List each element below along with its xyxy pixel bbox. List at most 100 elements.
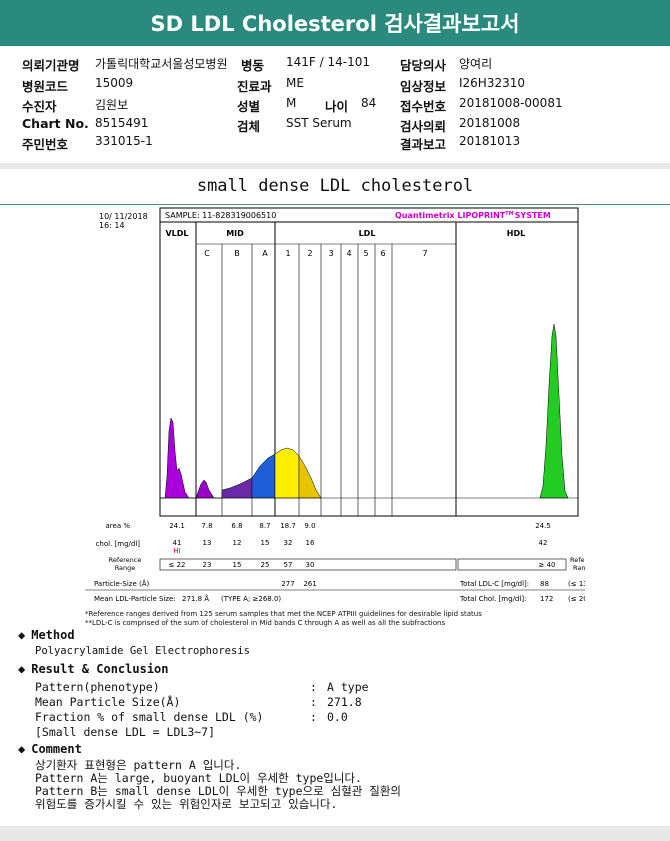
- result-row-value: 0.0: [327, 710, 348, 724]
- band-b: B: [234, 249, 240, 258]
- area-value: 24.1: [169, 522, 185, 530]
- total-ldl-label: Total LDL-C [mg/dl]:: [459, 580, 529, 588]
- ref-hdl: ≥ 40: [539, 561, 556, 569]
- chol-value: 15: [261, 539, 270, 547]
- band-7: 7: [422, 249, 427, 258]
- ward-label: 병동: [241, 58, 265, 73]
- result-colon: :: [310, 695, 317, 709]
- diamond-icon: ◆: [18, 742, 26, 756]
- specimen-value: SST Serum: [286, 116, 352, 130]
- ward-value: 141F / 14-101: [286, 55, 370, 69]
- hospital-label: 의뢰기관명: [22, 58, 80, 73]
- age-label: 나이: [325, 99, 349, 114]
- result-colon: :: [310, 710, 317, 724]
- band-3: 3: [328, 249, 333, 258]
- band-5: 5: [363, 249, 368, 258]
- brand-main: Quantimetrix LIPOPRINT: [395, 211, 506, 220]
- ref-value: 23: [203, 561, 212, 569]
- chol-hdl: 42: [539, 539, 548, 547]
- comment-line: 위험도를 증가시킬 수 있는 위험인자로 보고되고 있습니다.: [35, 797, 338, 811]
- dept-label: 진료과: [237, 79, 272, 94]
- chol-value: 13: [203, 539, 212, 547]
- total-chol-ref: (≤ 200): [568, 595, 585, 603]
- area-hdl: 24.5: [535, 522, 551, 530]
- band-6: 6: [380, 249, 385, 258]
- band-2: 2: [307, 249, 312, 258]
- mean-value: 271.8 Å: [182, 594, 209, 603]
- patient-info-grid: 의뢰기관명 가톨릭대학교서울성모병원 병동 141F / 14-101 담당의사…: [0, 50, 670, 162]
- method-heading-text: Method: [31, 628, 75, 642]
- ldl2-peak: [298, 455, 322, 499]
- footer-bar: [0, 826, 670, 841]
- footnote-2: **LDL-C is comprised of the sum of chole…: [85, 619, 446, 627]
- method-heading: ◆ Method: [18, 628, 75, 642]
- particle-size-label: Particle-Size (Å): [94, 579, 150, 588]
- ref-value: 30: [306, 561, 315, 569]
- result-row-value: A type: [327, 680, 369, 694]
- doctor-value: 양여리: [459, 57, 493, 71]
- chol-value: 41: [173, 539, 182, 547]
- request-value: 20181008: [459, 116, 521, 130]
- report-header: SD LDL Cholesterol 검사결과보고서: [0, 0, 670, 46]
- mid-c-peak: [195, 479, 222, 499]
- ref-label-1: Reference: [109, 556, 142, 564]
- particle-size: 277: [281, 580, 294, 588]
- group-vldl: VLDL: [165, 229, 188, 238]
- brand-end: SYSTEM: [515, 211, 551, 220]
- band-4: 4: [346, 249, 351, 258]
- area-label: area %: [106, 522, 131, 530]
- chol-value: 16: [306, 539, 315, 547]
- band-a: A: [262, 249, 268, 258]
- mean-type: (TYPE A; ≥268.0): [221, 595, 281, 603]
- figure-time: 16: 14: [99, 221, 125, 230]
- report-value: 20181013: [459, 134, 521, 148]
- comment-heading-text: Comment: [31, 742, 82, 756]
- result-heading-text: Result & Conclusion: [31, 662, 169, 676]
- result-row-label: Fraction % of small dense LDL (%): [35, 710, 264, 724]
- patient-label: 수진자: [22, 99, 57, 114]
- area-value: 6.8: [231, 522, 242, 530]
- lipoprint-svg: 10/ 11/2018 16: 14 SAMPLE: 11-8283190065…: [85, 207, 585, 603]
- result-colon: :: [310, 680, 317, 694]
- plot-frame: [159, 207, 579, 517]
- total-ldl-ref: (≤ 130): [568, 580, 585, 588]
- chol-value: 12: [233, 539, 242, 547]
- ldl1-peak: [274, 447, 300, 499]
- ref-right-1: Reference: [570, 556, 585, 564]
- result-row-label: Mean Particle Size(Å): [35, 695, 181, 709]
- group-ldl: LDL: [359, 229, 376, 238]
- footnote-1: *Reference ranges derived from 125 serum…: [85, 610, 482, 618]
- result-row-value: 271.8: [327, 695, 362, 709]
- age-value: 84: [361, 96, 377, 110]
- request-label: 검사의뢰: [400, 119, 447, 134]
- band-c: C: [204, 249, 210, 258]
- result-heading: ◆ Result & Conclusion: [18, 662, 169, 676]
- diamond-icon: ◆: [18, 662, 26, 676]
- ref-value: 25: [261, 561, 270, 569]
- receipt-label: 접수번호: [400, 99, 447, 114]
- figure-sample: SAMPLE: 11-828319006510: [165, 211, 276, 220]
- id-value: 331015-1: [95, 134, 153, 148]
- mean-label: Mean LDL-Particle Size:: [94, 595, 176, 603]
- result-note: [Small dense LDL = LDL3~7]: [35, 725, 216, 739]
- report-label: 결과보고: [400, 137, 447, 152]
- hdl-peak: [539, 323, 569, 499]
- method-text: Polyacrylamide Gel Electrophoresis: [35, 645, 250, 657]
- doctor-label: 담당의사: [400, 58, 447, 73]
- mid-b-peak: [221, 477, 253, 499]
- chart-label: Chart No.: [22, 116, 89, 131]
- group-hdl: HDL: [507, 229, 525, 238]
- group-mid: MID: [226, 229, 244, 238]
- diamond-icon: ◆: [18, 628, 26, 642]
- receipt-value: 20181008-00081: [459, 96, 563, 110]
- separator-bar: [0, 163, 670, 169]
- band-1: 1: [285, 249, 290, 258]
- id-label: 주민번호: [22, 137, 69, 152]
- figure-date: 10/ 11/2018: [99, 212, 148, 221]
- brand-tm: TM: [505, 211, 513, 217]
- sex-label: 성별: [237, 99, 261, 114]
- particle-size: 261: [303, 580, 316, 588]
- section-title-underline: [0, 204, 670, 205]
- total-ldl-value: 88: [540, 580, 549, 588]
- ref-right-2: Range: [573, 564, 585, 572]
